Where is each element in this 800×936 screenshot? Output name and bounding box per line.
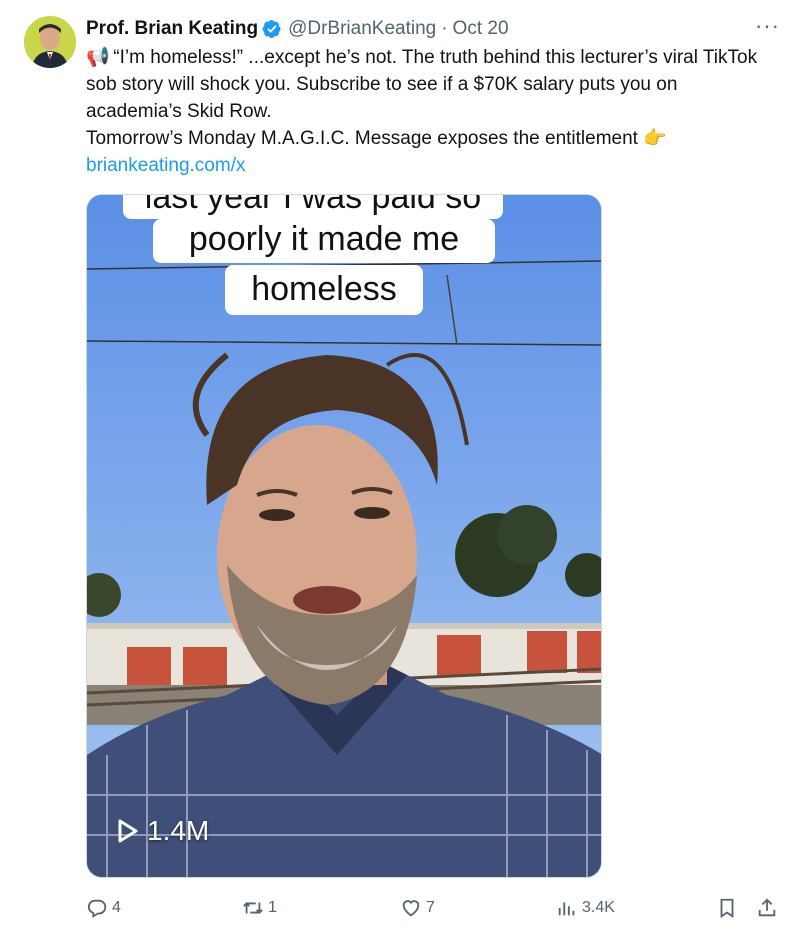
like-count: 7	[426, 899, 435, 916]
tweet-text-line2: Tomorrow’s Monday M.A.G.I.C. Message exp…	[86, 128, 644, 149]
tweet-text-line1: “I’m homeless!” ...except he’s not. The …	[86, 47, 758, 122]
reply-button[interactable]: 4	[86, 894, 121, 922]
caption-line-3: homeless	[225, 265, 423, 315]
avatar[interactable]	[24, 16, 76, 68]
caption-line-2: poorly it made me	[153, 219, 495, 263]
author-handle[interactable]: @DrBrianKeating	[288, 18, 436, 40]
views-button[interactable]: 3.4K	[556, 894, 615, 922]
pointing-emoji: 👉	[643, 128, 667, 149]
view-count: 1.4M	[147, 815, 210, 846]
header-separator: ·	[441, 18, 448, 39]
tweet-paragraph-3: briankeating.com/x	[86, 152, 776, 179]
caption-line-1: last year I was paid so	[123, 195, 503, 219]
author-display-name[interactable]: Prof. Brian Keating	[86, 18, 258, 40]
views-count: 3.4K	[582, 899, 615, 916]
heart-icon	[400, 897, 422, 919]
bookmark-button[interactable]	[716, 894, 738, 922]
analytics-icon	[556, 897, 578, 919]
tweet-text: 📢 “I’m homeless!” ...except he’s not. Th…	[86, 44, 776, 179]
tweet-paragraph-2: Tomorrow’s Monday M.A.G.I.C. Message exp…	[86, 125, 776, 152]
retweet-button[interactable]: 1	[242, 894, 277, 922]
verified-badge-icon[interactable]	[262, 19, 282, 39]
retweet-icon	[242, 897, 264, 919]
share-button[interactable]	[756, 894, 778, 922]
like-button[interactable]: 7	[400, 894, 435, 922]
reply-icon	[86, 897, 108, 919]
retweet-count: 1	[268, 899, 277, 916]
tweet-paragraph-1: 📢 “I’m homeless!” ...except he’s not. Th…	[86, 44, 776, 125]
share-icon	[756, 897, 778, 919]
more-options-icon[interactable]: ···	[755, 14, 780, 38]
tweet-header: Prof. Brian Keating @DrBrianKeating · Oc…	[86, 14, 780, 42]
video-media[interactable]: last year I was paid so poorly it made m…	[86, 194, 602, 878]
tweet-date[interactable]: Oct 20	[453, 18, 509, 40]
action-bar: 4 1 7 3.4K	[86, 894, 786, 922]
bookmark-icon	[716, 897, 738, 919]
reply-count: 4	[112, 899, 121, 916]
megaphone-emoji: 📢	[86, 47, 110, 68]
play-icon[interactable]	[117, 818, 139, 844]
tweet-link[interactable]: briankeating.com/x	[86, 155, 245, 176]
video-views: 1.4M	[117, 815, 209, 847]
